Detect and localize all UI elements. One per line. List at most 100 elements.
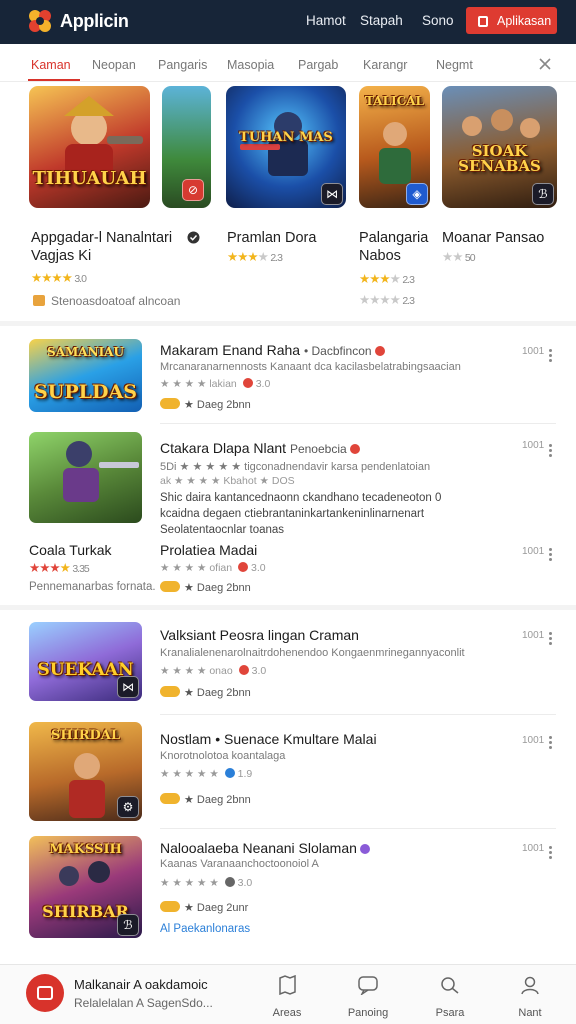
- nav-panoing[interactable]: Panoing: [343, 975, 393, 1019]
- header-cta-button[interactable]: Aplikasan: [466, 7, 557, 34]
- art-title: TUHAN MAS: [239, 130, 333, 145]
- profile-icon: [521, 976, 539, 995]
- featured-title[interactable]: Appgadar-l Nanalntari: [31, 229, 172, 247]
- tab-pangaris[interactable]: Pangaris: [158, 58, 207, 72]
- featured-game-art[interactable]: ⊘: [162, 86, 211, 208]
- tag-icon: [160, 901, 180, 912]
- download-count: 1001: [522, 843, 545, 854]
- tab-negmt[interactable]: Negmt: [436, 58, 473, 72]
- close-icon[interactable]: [537, 56, 553, 72]
- more-options-icon[interactable]: [549, 632, 553, 646]
- chat-icon: [358, 976, 378, 997]
- tab-masopia[interactable]: Masopia: [227, 58, 274, 72]
- art-title: TIHUAUAH: [32, 168, 147, 189]
- featured-title[interactable]: Pramlan Dora: [227, 229, 316, 247]
- gift-icon: [33, 295, 45, 306]
- tab-neopan[interactable]: Neopan: [92, 58, 136, 72]
- featured-subtitle: Nabos: [359, 248, 401, 264]
- list-item-tag: ★ Daeg 2bnn: [160, 793, 251, 806]
- verified-icon: [187, 231, 200, 244]
- search-icon: [441, 977, 459, 994]
- list-game-art[interactable]: SHIRDAL ⚙: [29, 722, 142, 821]
- tag-icon: [160, 581, 180, 592]
- download-count: 1001: [522, 346, 545, 357]
- nav-label: Panoing: [347, 1007, 389, 1019]
- nav-areas[interactable]: Areas: [262, 974, 312, 1019]
- header-nav-item[interactable]: Hamot: [306, 13, 346, 28]
- list-item-rating: ★ ★ ★ ★ onao 3.0: [160, 665, 267, 677]
- list-item-title[interactable]: Valksiant Peosra lingan Craman: [160, 627, 359, 643]
- nav-psara[interactable]: Psara: [425, 975, 475, 1019]
- list-item-left-title[interactable]: Coala Turkak: [29, 542, 111, 558]
- list-item-desc: Kranalialenenarolnaitrdohenendoo Kongaen…: [160, 647, 465, 659]
- header-cta-label: Aplikasan: [497, 13, 552, 28]
- list-item-title[interactable]: Makaram Enand Raha • Dacbfincon: [160, 342, 388, 358]
- header-nav-item[interactable]: Sono: [422, 13, 454, 28]
- rating-stars: ★★ 50: [442, 250, 476, 264]
- list-item-long-desc: Shic daira kantancednaonn ckandhano teca…: [160, 492, 442, 536]
- art-title: SAMANIAU: [47, 345, 124, 359]
- app-badge-icon: ⊘: [182, 179, 204, 201]
- list-item-title[interactable]: Prolatiea Madai: [160, 542, 257, 558]
- list-item-rating: ak ★ ★ ★ ★ Kbahot ★ DOS: [160, 475, 295, 487]
- featured-game-art[interactable]: TIHUAUAH: [29, 86, 150, 208]
- list-game-art[interactable]: SAMANIAU SUPLDAS: [29, 339, 142, 412]
- row-divider: [160, 423, 556, 424]
- featured-game-art[interactable]: SIOAK SENABAS ℬ: [442, 86, 557, 208]
- tab-karangr[interactable]: Karangr: [363, 58, 407, 72]
- hero-illustration: [63, 441, 139, 502]
- list-game-art[interactable]: [29, 432, 142, 523]
- app-title[interactable]: Applicin: [60, 11, 129, 32]
- list-item-desc: 5Di ★ ★ ★ ★ ★ tigconadnendavir karsa pen…: [160, 461, 431, 473]
- app-logo-icon[interactable]: [26, 7, 54, 35]
- section-divider: [0, 605, 576, 610]
- list-game-art[interactable]: MAKSSIH SHIRBAR ℬ: [29, 836, 142, 938]
- more-options-icon[interactable]: [549, 349, 553, 363]
- nav-label: Areas: [272, 1007, 302, 1019]
- map-icon: [279, 974, 296, 996]
- download-count: 1001: [522, 440, 545, 451]
- lock-icon: [478, 16, 488, 27]
- featured-title[interactable]: Moanar Pansao: [442, 229, 544, 247]
- list-item-desc: Knorotnolotoa koantalaga: [160, 750, 286, 762]
- nav-label: Nant: [518, 1007, 542, 1019]
- app-badge-icon: ℬ: [117, 914, 139, 936]
- list-item-rating: ★ ★ ★ ★ lakian 3.0: [160, 378, 271, 390]
- list-item-title[interactable]: Ctakara Dlapa Nlant Penoebcia: [160, 440, 363, 456]
- more-options-icon[interactable]: [549, 846, 553, 860]
- section-divider: [0, 321, 576, 326]
- hero-illustration: [64, 96, 143, 184]
- more-options-icon[interactable]: [549, 444, 553, 458]
- nav-nant[interactable]: Nant: [505, 975, 555, 1019]
- list-item-rating: ★ ★ ★ ★ ★ 1.9: [160, 768, 253, 780]
- list-item-title[interactable]: Nostlam • Suenace Kmultare Malai: [160, 731, 377, 747]
- tab-pargab[interactable]: Pargab: [298, 58, 338, 72]
- more-options-icon[interactable]: [549, 736, 553, 750]
- rating-stars: ★★★★ 2.3: [359, 272, 415, 286]
- promo-text: Stenoasdoatoaf alncoan: [51, 294, 181, 308]
- featured-game-art[interactable]: TALICAL ◈: [359, 86, 430, 208]
- mini-player-avatar[interactable]: [26, 974, 64, 1012]
- download-count: 1001: [522, 630, 545, 641]
- list-item-title[interactable]: Nalooalaeba Neanani Slolaman: [160, 840, 373, 856]
- list-game-art[interactable]: SUEKAAN ⋈: [29, 622, 142, 701]
- active-tab-indicator: [28, 79, 80, 81]
- tab-kaman[interactable]: Kaman: [31, 58, 71, 72]
- featured-title[interactable]: Palangaria: [359, 229, 428, 247]
- app-badge-icon: ⋈: [321, 183, 343, 205]
- see-more-link[interactable]: Al Paekanlonaras: [160, 923, 250, 935]
- row-divider: [160, 828, 556, 829]
- art-title: TALICAL: [365, 94, 424, 108]
- featured-game-art[interactable]: TUHAN MAS ⋈: [226, 86, 346, 208]
- header-nav-item[interactable]: Stapah: [360, 13, 403, 28]
- more-options-icon[interactable]: [549, 548, 553, 562]
- art-title: SIOAK SENABAS: [458, 142, 541, 175]
- nav-label: Psara: [435, 1007, 465, 1019]
- mini-player-title[interactable]: Malkanair A oakdamoic: [74, 977, 208, 992]
- app-badge-icon: ℬ: [532, 183, 554, 205]
- rating-stars: ★★★★ 3.35: [29, 561, 90, 575]
- list-item-left-sub: Pennemanarbas fornata.: [29, 581, 156, 593]
- promo-note[interactable]: Stenoasdoatoaf alncoan: [33, 294, 180, 308]
- rating-stars: ★★★★ 3.0: [31, 271, 87, 285]
- tag-icon: [160, 398, 180, 409]
